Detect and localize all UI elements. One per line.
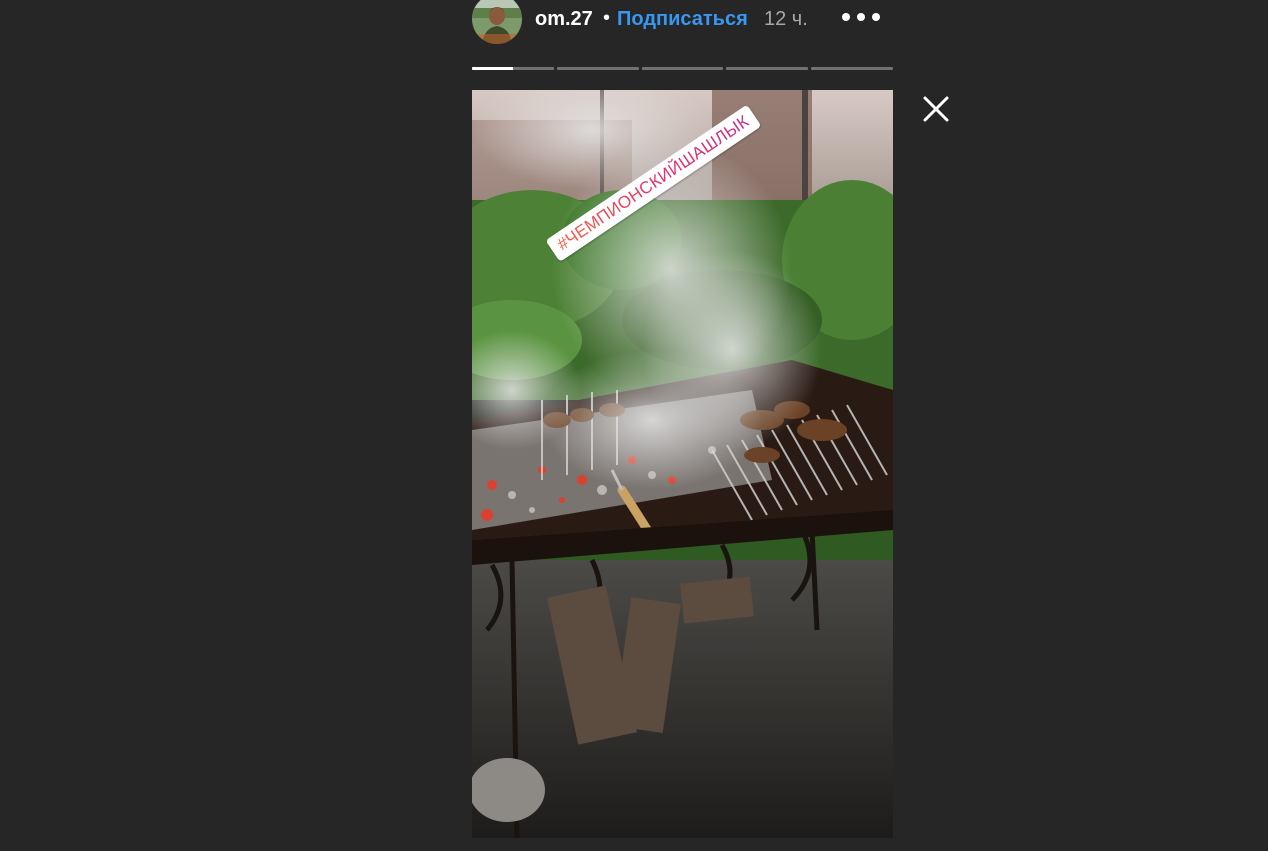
- more-dot: [857, 13, 865, 21]
- separator-dot: •: [603, 7, 611, 29]
- story-viewer: om.27 • Подписаться 12 ч. #ЧЕМПИОНСКИЙША…: [0, 0, 1268, 851]
- progress-segment: [641, 67, 724, 70]
- username-link[interactable]: om.27: [535, 8, 593, 31]
- avatar[interactable]: [472, 0, 522, 44]
- progress-segment: [726, 67, 809, 70]
- progress-segment: [556, 67, 639, 70]
- story-header: om.27 • Подписаться 12 ч.: [472, 0, 893, 44]
- follow-button[interactable]: Подписаться: [617, 8, 748, 31]
- more-horizontal-icon: [842, 13, 850, 21]
- progress-segment: [472, 67, 554, 70]
- progress-fill: [472, 67, 513, 70]
- more-dot: [872, 13, 880, 21]
- progress-segment: [811, 67, 893, 70]
- close-icon: [923, 96, 949, 122]
- story-progress: [472, 67, 893, 70]
- more-options-button[interactable]: [842, 8, 880, 26]
- story-timestamp: 12 ч.: [764, 8, 808, 30]
- story-photo[interactable]: [472, 90, 893, 838]
- close-button[interactable]: [920, 93, 952, 125]
